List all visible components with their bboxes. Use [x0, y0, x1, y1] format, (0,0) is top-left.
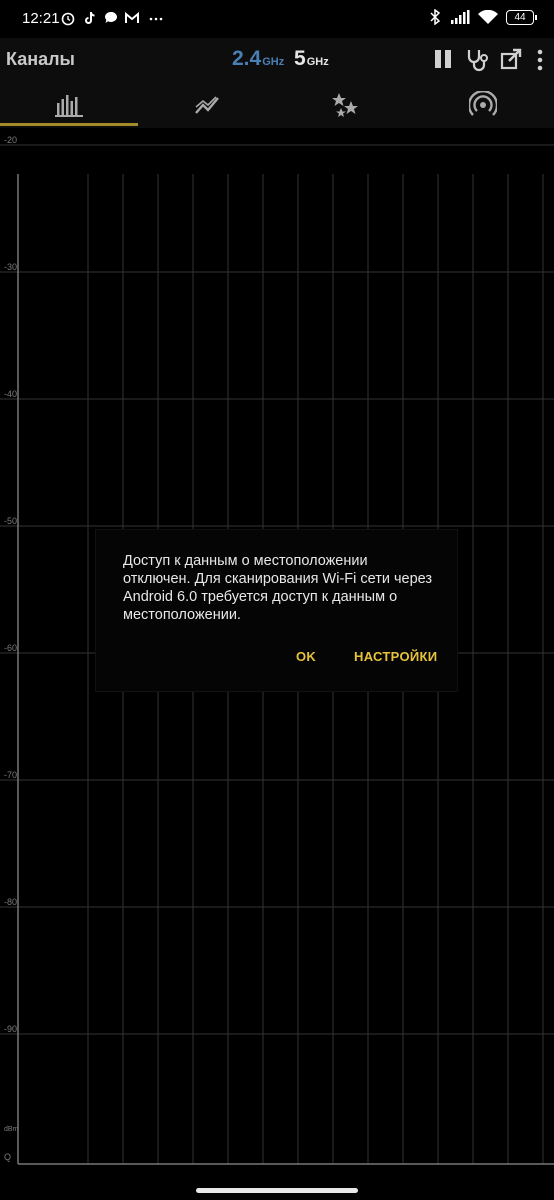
- channel-graph-icon: [55, 95, 83, 117]
- bluetooth-icon: [430, 9, 441, 25]
- band-5ghz-unit: GHz: [306, 56, 329, 68]
- wifi-icon: [478, 9, 498, 24]
- page-title: Каналы: [6, 49, 75, 69]
- y-tick-label: -60: [4, 643, 18, 653]
- y-tick-label: -70: [4, 770, 18, 780]
- export-icon[interactable]: [500, 48, 522, 70]
- signal-icon: [451, 10, 470, 24]
- tab-channel-graph[interactable]: [0, 82, 138, 128]
- message-icon: [104, 11, 117, 23]
- band-24ghz-unit: GHz: [262, 56, 285, 68]
- band-5ghz-toggle[interactable]: 5GHz: [294, 47, 329, 71]
- dialog-message: Доступ к данным о местоположении отключе…: [123, 553, 433, 623]
- access-point-icon: [469, 91, 497, 116]
- location-permission-dialog: Доступ к данным о местоположении отключе…: [96, 530, 457, 691]
- tab-indicator: [0, 123, 138, 126]
- home-indicator[interactable]: [196, 1188, 358, 1193]
- tab-access-points[interactable]: [414, 82, 552, 128]
- y-tick-label: -20: [4, 135, 18, 145]
- tab-time-graph[interactable]: [138, 82, 276, 128]
- y-tick-label: -90: [4, 1024, 18, 1034]
- tab-bar: [0, 82, 554, 128]
- settings-button[interactable]: НАСТРОЙКИ: [354, 649, 437, 664]
- stethoscope-icon[interactable]: [466, 48, 492, 72]
- overflow-menu-icon[interactable]: [532, 48, 548, 72]
- alarm-icon: [61, 12, 75, 26]
- clock: 12:21: [22, 10, 60, 27]
- y-tick-label: -40: [4, 389, 18, 399]
- tiktok-icon: [85, 11, 95, 24]
- app-bar: Каналы 2.4GHz 5GHz: [0, 38, 554, 82]
- pause-icon[interactable]: [432, 48, 454, 70]
- status-bar: 12:21 44: [0, 0, 554, 38]
- y-bottom-label: Q: [4, 1152, 12, 1162]
- y-tick-label: -30: [4, 262, 18, 272]
- ok-button[interactable]: OK: [296, 649, 316, 664]
- battery-indicator: 44: [506, 9, 537, 25]
- y-unit-label: dBm: [4, 1126, 19, 1133]
- y-tick-label: -50: [4, 516, 18, 526]
- more-notifications-icon: [149, 17, 163, 21]
- gmail-icon: [125, 11, 139, 23]
- band-24ghz-toggle[interactable]: 2.4GHz: [232, 47, 284, 71]
- band-24ghz-value: 2.4: [232, 47, 262, 70]
- band-5ghz-value: 5: [294, 47, 306, 70]
- y-tick-label: -80: [4, 897, 18, 907]
- tab-channel-rating[interactable]: [276, 82, 414, 128]
- time-graph-icon: [195, 96, 219, 114]
- rating-stars-icon: [332, 93, 358, 117]
